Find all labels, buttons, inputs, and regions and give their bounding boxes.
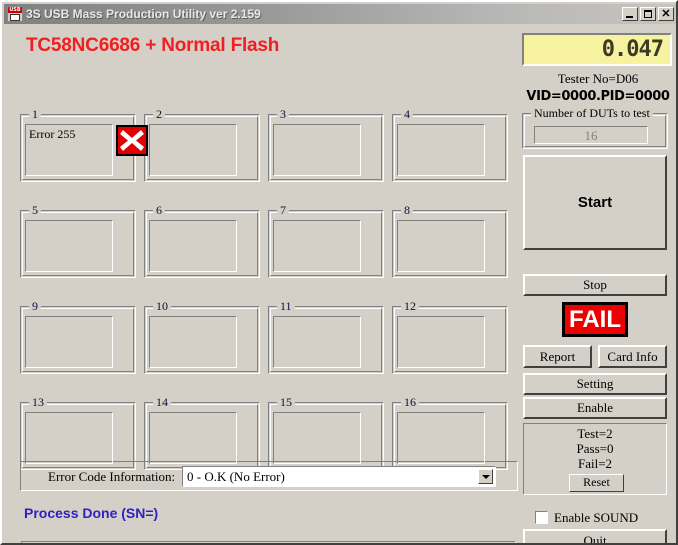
dut-cell-number: 12 — [401, 300, 419, 312]
dut-cell-number: 7 — [277, 204, 289, 216]
dut-cell-panel — [149, 412, 237, 464]
quit-button[interactable]: Quit — [523, 529, 667, 543]
dut-cell-number: 10 — [153, 300, 171, 312]
window-title: 3S USB Mass Production Utility ver 2.159 — [26, 7, 261, 21]
stat-pass: Pass=0 — [576, 441, 614, 456]
dut-cell-panel — [273, 412, 361, 464]
dut-count-input[interactable]: 16 — [534, 126, 648, 144]
dut-cell-number: 11 — [277, 300, 295, 312]
title-bar: USB 3S USB Mass Production Utility ver 2… — [4, 4, 676, 24]
dut-cell[interactable]: 8 — [392, 204, 508, 278]
dut-grid: 1 Error 255 2 3 4 5 6 7 8 9 10 11 12 13 14 15 16 — [20, 108, 518, 493]
control-panel: 0.047 Tester No=D06 VID=0000.PID=0000 Nu… — [522, 25, 674, 543]
start-button[interactable]: Start — [523, 155, 667, 250]
dut-cell[interactable]: 4 — [392, 108, 508, 182]
dut-cell-number: 8 — [401, 204, 413, 216]
setting-button[interactable]: Setting — [523, 373, 667, 395]
dut-cell[interactable]: 2 — [144, 108, 260, 182]
tester-number: Tester No=D06 — [557, 71, 639, 86]
dut-count-legend: Number of DUTs to test — [531, 106, 653, 121]
dut-cell[interactable]: 5 — [20, 204, 136, 278]
dut-cell-number: 14 — [153, 396, 171, 408]
dut-cell-number: 5 — [29, 204, 41, 216]
status-message: Process Done (SN=) — [24, 505, 159, 521]
enable-sound-label: Enable SOUND — [554, 510, 639, 525]
usb-icon-trident — [10, 14, 20, 21]
counter-display: 0.047 — [522, 33, 672, 66]
counter-value: 0.047 — [601, 37, 664, 62]
reset-button[interactable]: Reset — [569, 474, 624, 492]
dut-cell-number: 13 — [29, 396, 47, 408]
window-controls: ✕ — [622, 7, 676, 21]
stat-test: Test=2 — [577, 426, 613, 441]
dut-cell-panel — [149, 316, 237, 368]
dut-cell[interactable]: 1 Error 255 — [20, 108, 148, 182]
dut-cell[interactable]: 9 — [20, 300, 136, 374]
close-button[interactable]: ✕ — [658, 7, 674, 21]
dut-cell[interactable]: 16 — [392, 396, 508, 470]
close-icon: ✕ — [661, 8, 671, 20]
dut-cell[interactable]: 13 — [20, 396, 136, 470]
error-code-panel: Error Code Information: 0 - O.K (No Erro… — [20, 461, 518, 491]
error-code-dropdown[interactable]: 0 - O.K (No Error) — [182, 466, 496, 487]
dut-cell-panel — [149, 220, 237, 272]
enable-sound-row[interactable]: Enable SOUND — [535, 510, 675, 526]
dut-cell-number: 6 — [153, 204, 165, 216]
error-code-value: 0 - O.K (No Error) — [187, 469, 285, 484]
dut-cell-panel — [397, 316, 485, 368]
page-title: TC58NC6686 + Normal Flash — [26, 35, 280, 56]
dut-cell-panel — [273, 316, 361, 368]
dut-cell[interactable]: 14 — [144, 396, 260, 470]
dut-cell-panel — [25, 316, 113, 368]
dut-cell[interactable]: 15 — [268, 396, 384, 470]
dut-cell-number: 4 — [401, 108, 413, 120]
statistics-panel: Test=2 Pass=0 Fail=2 Reset — [523, 423, 667, 495]
dut-cell[interactable]: 12 — [392, 300, 508, 374]
dut-cell-number: 1 — [29, 108, 41, 120]
progress-bar — [21, 541, 516, 543]
enable-button[interactable]: Enable — [523, 397, 667, 419]
dut-cell-panel — [397, 124, 485, 176]
card-info-button[interactable]: Card Info — [598, 345, 667, 368]
dut-cell-panel — [397, 220, 485, 272]
dut-cell-number: 15 — [277, 396, 295, 408]
usb-icon: USB — [7, 6, 23, 22]
fail-x-icon — [116, 125, 148, 156]
dut-cell-panel — [25, 412, 113, 464]
client-area: TC58NC6686 + Normal Flash 1 Error 255 2 3 4 5… — [4, 25, 676, 543]
dut-count-group: Number of DUTs to test 16 — [522, 106, 668, 149]
application-window: USB 3S USB Mass Production Utility ver 2… — [0, 0, 678, 545]
dut-cell-number: 9 — [29, 300, 41, 312]
dut-cell[interactable]: 10 — [144, 300, 260, 374]
vid-pid-label: VID=0000.PID=0000 — [526, 89, 670, 104]
minimize-button[interactable] — [622, 7, 638, 21]
dut-cell[interactable]: 6 — [144, 204, 260, 278]
dut-cell[interactable]: 7 — [268, 204, 384, 278]
stop-button[interactable]: Stop — [523, 274, 667, 296]
report-button[interactable]: Report — [523, 345, 592, 368]
maximize-button[interactable] — [640, 7, 656, 21]
dut-cell-number: 2 — [153, 108, 165, 120]
enable-sound-checkbox[interactable] — [535, 511, 548, 524]
dut-cell-panel — [273, 220, 361, 272]
dut-cell[interactable]: 11 — [268, 300, 384, 374]
dut-cell[interactable]: 3 — [268, 108, 384, 182]
dut-cell-panel — [273, 124, 361, 176]
dut-cell-panel: Error 255 — [25, 124, 113, 176]
chevron-down-icon[interactable] — [478, 469, 493, 484]
dut-cell-panel — [149, 124, 237, 176]
dut-cell-message: Error 255 — [29, 127, 76, 141]
stat-fail: Fail=2 — [577, 456, 613, 471]
dut-cell-number: 16 — [401, 396, 419, 408]
dut-cell-panel — [397, 412, 485, 464]
usb-icon-text: USB — [8, 7, 22, 13]
status-badge-fail: FAIL — [562, 302, 628, 337]
dut-cell-number: 3 — [277, 108, 289, 120]
error-code-label: Error Code Information: — [48, 469, 176, 484]
dut-cell-panel — [25, 220, 113, 272]
